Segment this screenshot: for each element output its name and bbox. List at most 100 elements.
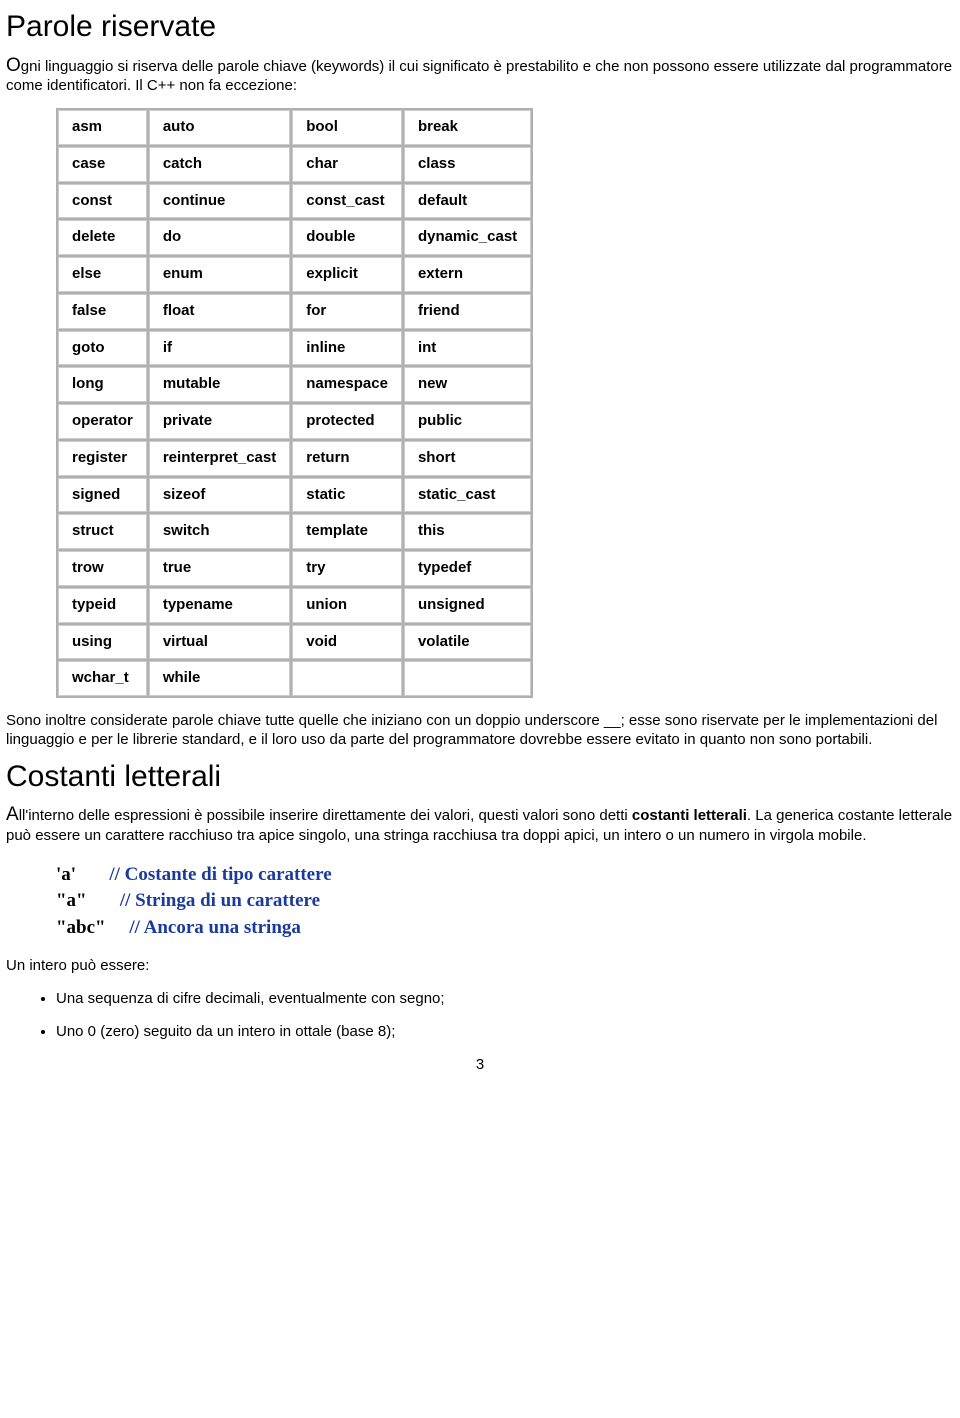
heading-reserved-words: Parole riservate (6, 8, 954, 46)
keyword-cell: extern (404, 257, 531, 292)
keyword-cell: using (58, 625, 147, 660)
keyword-cell: goto (58, 331, 147, 366)
keyword-cell: namespace (292, 367, 402, 402)
code-line: "abc" // Ancora una stringa (56, 915, 954, 942)
keyword-cell: return (292, 441, 402, 476)
keyword-cell: false (58, 294, 147, 329)
keyword-cell: if (149, 331, 290, 366)
keyword-cell: long (58, 367, 147, 402)
table-row: registerreinterpret_castreturnshort (58, 441, 531, 476)
dropcap: A (6, 804, 19, 825)
table-row: constcontinueconst_castdefault (58, 184, 531, 219)
keyword-cell: try (292, 551, 402, 586)
keyword-cell: const (58, 184, 147, 219)
keyword-cell: this (404, 514, 531, 549)
table-row: elseenumexplicitextern (58, 257, 531, 292)
table-row: longmutablenamespacenew (58, 367, 531, 402)
list-item: Uno 0 (zero) seguito da un intero in ott… (56, 1023, 954, 1042)
table-row: signedsizeofstaticstatic_cast (58, 478, 531, 513)
keyword-cell: unsigned (404, 588, 531, 623)
keyword-cell: operator (58, 404, 147, 439)
keyword-cell (292, 661, 402, 696)
keyword-cell: typename (149, 588, 290, 623)
table-row: operatorprivateprotectedpublic (58, 404, 531, 439)
keyword-cell: switch (149, 514, 290, 549)
heading-literal-constants: Costanti letterali (6, 758, 954, 796)
table-row: deletedodoubledynamic_cast (58, 220, 531, 255)
keyword-cell: case (58, 147, 147, 182)
keyword-cell: explicit (292, 257, 402, 292)
intro-paragraph-1: Ogni linguaggio si riserva delle parole … (6, 54, 954, 97)
keyword-cell: struct (58, 514, 147, 549)
keyword-cell: float (149, 294, 290, 329)
keyword-cell: true (149, 551, 290, 586)
code-comment: // Stringa di un carattere (120, 890, 320, 911)
keyword-cell: volatile (404, 625, 531, 660)
keyword-cell: for (292, 294, 402, 329)
keyword-cell: void (292, 625, 402, 660)
keyword-cell: inline (292, 331, 402, 366)
keyword-cell: static (292, 478, 402, 513)
keyword-cell: const_cast (292, 184, 402, 219)
table-row: gotoifinlineint (58, 331, 531, 366)
bullet-list: Una sequenza di cifre decimali, eventual… (36, 990, 954, 1042)
keyword-cell: public (404, 404, 531, 439)
table-row: structswitchtemplatethis (58, 514, 531, 549)
keyword-cell: signed (58, 478, 147, 513)
keyword-cell: typeid (58, 588, 147, 623)
keyword-cell: int (404, 331, 531, 366)
table-row: typeidtypenameunionunsigned (58, 588, 531, 623)
bold-term: costanti letterali (632, 807, 747, 824)
keyword-cell: double (292, 220, 402, 255)
keyword-cell: delete (58, 220, 147, 255)
code-line: 'a' // Costante di tipo carattere (56, 862, 954, 889)
code-comment: // Costante di tipo carattere (109, 864, 331, 885)
keyword-cell: default (404, 184, 531, 219)
keyword-cell: asm (58, 110, 147, 145)
keyword-cell: wchar_t (58, 661, 147, 696)
keyword-cell: char (292, 147, 402, 182)
keyword-cell: static_cast (404, 478, 531, 513)
keyword-cell: class (404, 147, 531, 182)
table-row: usingvirtualvoidvolatile (58, 625, 531, 660)
keyword-cell: auto (149, 110, 290, 145)
keyword-cell: dynamic_cast (404, 220, 531, 255)
keyword-cell: short (404, 441, 531, 476)
keyword-cell: protected (292, 404, 402, 439)
keyword-cell: trow (58, 551, 147, 586)
keyword-cell: break (404, 110, 531, 145)
keyword-cell: do (149, 220, 290, 255)
keyword-cell: union (292, 588, 402, 623)
dropcap: O (6, 55, 21, 76)
list-item: Una sequenza di cifre decimali, eventual… (56, 990, 954, 1009)
keyword-cell: new (404, 367, 531, 402)
keyword-cell: template (292, 514, 402, 549)
table-row: falsefloatforfriend (58, 294, 531, 329)
keyword-cell: reinterpret_cast (149, 441, 290, 476)
intro-text-a: ll'interno delle espressioni è possibile… (19, 807, 632, 824)
code-line: "a" // Stringa di un carattere (56, 888, 954, 915)
keyword-cell: sizeof (149, 478, 290, 513)
keyword-cell: register (58, 441, 147, 476)
intro-text: gni linguaggio si riserva delle parole c… (6, 58, 952, 95)
keyword-cell: enum (149, 257, 290, 292)
keyword-cell: else (58, 257, 147, 292)
table-row: casecatchcharclass (58, 147, 531, 182)
table-row: asmautoboolbreak (58, 110, 531, 145)
keyword-cell: catch (149, 147, 290, 182)
code-literal: 'a' (56, 864, 109, 885)
keywords-table: asmautoboolbreakcasecatchcharclassconstc… (56, 108, 533, 698)
intro-paragraph-2: All'interno delle espressioni è possibil… (6, 803, 954, 846)
keyword-cell: virtual (149, 625, 290, 660)
code-literal: "a" (56, 890, 120, 911)
underscore-paragraph: Sono inoltre considerate parole chiave t… (6, 712, 954, 750)
table-row: trowtruetrytypedef (58, 551, 531, 586)
code-comment: // Ancora una stringa (129, 917, 301, 938)
integer-intro: Un intero può essere: (6, 957, 954, 976)
table-row: wchar_twhile (58, 661, 531, 696)
code-block: 'a' // Costante di tipo carattere"a" // … (56, 862, 954, 942)
keyword-cell: while (149, 661, 290, 696)
keyword-cell (404, 661, 531, 696)
keyword-cell: friend (404, 294, 531, 329)
keyword-cell: continue (149, 184, 290, 219)
